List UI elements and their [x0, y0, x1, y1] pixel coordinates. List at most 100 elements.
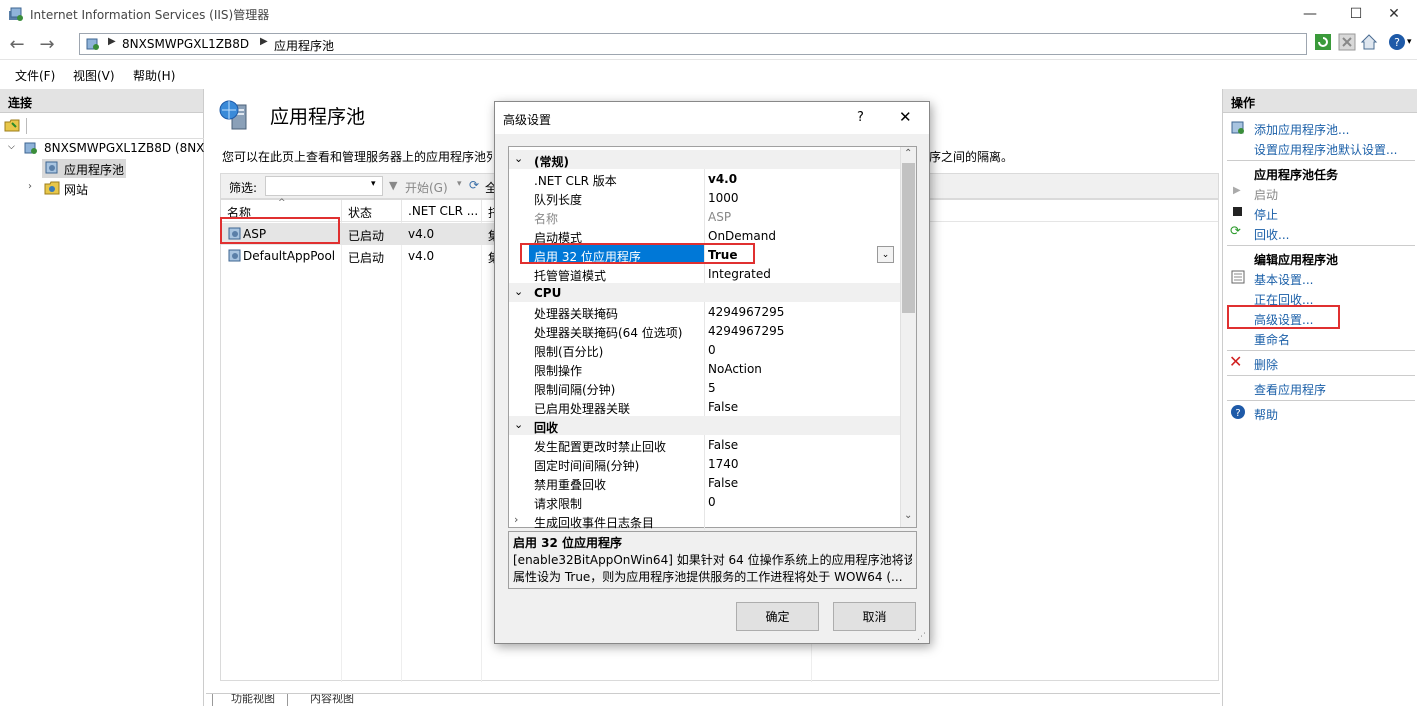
help-link[interactable]: 帮助 [1254, 406, 1278, 423]
grid-col-line [481, 222, 482, 682]
dialog-title: 高级设置 [503, 113, 552, 127]
property-row[interactable]: 限制操作 NoAction [509, 359, 901, 378]
filter-start-button[interactable]: 开始(G) [405, 179, 448, 196]
refresh-icon[interactable] [1314, 33, 1332, 51]
connections-header: 连接 [0, 89, 203, 113]
property-row[interactable]: 队列长度 1000 [509, 188, 901, 207]
property-row[interactable]: 请求限制 0 [509, 492, 901, 511]
ok-button[interactable]: 确定 [736, 602, 819, 631]
new-connection-icon[interactable] [4, 117, 20, 133]
help-icon: ? [1231, 405, 1245, 419]
scroll-down-icon[interactable]: ⌄ [904, 510, 912, 521]
cancel-button[interactable]: 取消 [833, 602, 916, 631]
property-row[interactable]: 限制间隔(分钟) 5 [509, 378, 901, 397]
start-dropdown-icon[interactable]: ▾ [457, 179, 462, 189]
close-window-button[interactable]: ✕ [1371, 0, 1417, 28]
column-clr[interactable]: .NET CLR ... [402, 200, 482, 222]
home-icon[interactable] [1360, 33, 1378, 51]
category-collapse-icon[interactable]: ⌄ [514, 418, 523, 431]
property-name: 请求限制 [534, 497, 583, 511]
tree-collapse-icon[interactable]: ⌵ [8, 142, 15, 152]
scroll-up-icon[interactable]: ⌃ [904, 148, 912, 159]
property-value: ASP [708, 210, 732, 224]
row-status: 已启动 [348, 229, 385, 243]
delete-link[interactable]: 删除 [1254, 356, 1278, 373]
description-line: [enable32BitAppOnWin64] 如果针对 64 位操作系统上的应… [513, 553, 912, 567]
property-category[interactable]: ⌄ (常规) [509, 150, 901, 169]
property-value: Integrated [708, 267, 771, 281]
property-name: 禁用重叠回收 [534, 478, 607, 492]
connections-panel: 连接 ⌵ 8NXSMWPGXL1ZB8D (8NX 应用程序池 › 网站 [0, 89, 204, 706]
property-name: 队列长度 [534, 193, 583, 207]
breadcrumb-separator-icon: ▶ [108, 36, 116, 47]
dialog-close-button[interactable]: ✕ [899, 108, 912, 126]
category-label: (常规) [534, 155, 569, 169]
property-row[interactable]: 限制(百分比) 0 [509, 340, 901, 359]
property-row[interactable]: 已启用处理器关联 False [509, 397, 901, 416]
property-row[interactable]: 禁用重叠回收 False [509, 473, 901, 492]
address-input[interactable]: ▶ 8NXSMWPGXL1ZB8D ▶ 应用程序池 [79, 33, 1307, 55]
property-row[interactable]: .NET CLR 版本 v4.0 [509, 169, 901, 188]
category-collapse-icon[interactable]: ⌄ [514, 285, 523, 298]
table-row[interactable]: DefaultAppPool 已启动 v4.0 集 [221, 245, 521, 267]
dialog-help-button[interactable]: ? [857, 110, 864, 125]
pool-tasks-header: 应用程序池任务 [1254, 168, 1339, 182]
help-icon[interactable]: ? [1388, 33, 1406, 51]
connections-toolbar [0, 113, 204, 139]
menu-view[interactable]: 视图(V) [73, 67, 115, 84]
help-dropdown-icon[interactable]: ▾ [1407, 37, 1412, 47]
property-name: 限制操作 [534, 364, 583, 378]
category-collapse-icon[interactable]: ⌄ [514, 152, 523, 165]
tab-features-view[interactable]: 功能视图 [212, 694, 288, 706]
tree-server[interactable]: 8NXSMWPGXL1ZB8D (8NX [44, 141, 204, 155]
property-name: 已启用处理器关联 [534, 402, 631, 416]
property-row[interactable]: 名称 ASP [509, 207, 901, 226]
expand-icon[interactable]: › [514, 513, 518, 526]
minimize-button[interactable]: — [1287, 0, 1333, 28]
recycle-link[interactable]: 回收... [1254, 226, 1289, 243]
property-value: v4.0 [708, 172, 738, 186]
tree-app-pools[interactable]: 应用程序池 [64, 161, 124, 178]
property-category[interactable]: ⌄ CPU [509, 283, 901, 302]
set-pool-defaults-link[interactable]: 设置应用程序池默认设置... [1254, 141, 1397, 158]
tree-expand-icon[interactable]: › [28, 181, 32, 192]
tree-sites[interactable]: 网站 [64, 181, 88, 198]
column-status[interactable]: 状态 [342, 200, 402, 222]
view-applications-link[interactable]: 查看应用程序 [1254, 381, 1326, 398]
add-app-pool-link[interactable]: 添加应用程序池... [1254, 121, 1349, 138]
property-name: 发生配置更改时禁止回收 [534, 440, 667, 454]
filter-input[interactable] [265, 176, 383, 196]
property-name: 托管管道模式 [534, 269, 607, 283]
property-category[interactable]: ⌄ 回收 [509, 416, 901, 435]
property-row[interactable]: 处理器关联掩码(64 位选项) 4294967295 [509, 321, 901, 340]
property-value: 0 [708, 495, 716, 509]
tab-content-view[interactable]: 内容视图 [292, 694, 368, 706]
breadcrumb-server[interactable]: 8NXSMWPGXL1ZB8D [122, 37, 249, 51]
start-link[interactable]: 启动 [1254, 186, 1278, 203]
stop-link[interactable]: 停止 [1254, 206, 1278, 223]
page-title: 应用程序池 [270, 106, 366, 128]
rename-link[interactable]: 重命名 [1254, 331, 1290, 348]
value-dropdown-icon[interactable]: ⌄ [877, 246, 894, 263]
back-arrow-icon[interactable]: ← [4, 32, 30, 56]
property-row[interactable]: 托管管道模式 Integrated [509, 264, 901, 283]
app-pool-icon [45, 161, 58, 174]
menu-file[interactable]: 文件(F) [15, 67, 55, 84]
property-row[interactable]: 固定时间间隔(分钟) 1740 [509, 454, 901, 473]
toolbar-divider [26, 118, 27, 134]
scrollbar-thumb[interactable] [902, 163, 915, 313]
menu-help[interactable]: 帮助(H) [133, 67, 175, 84]
view-tabs: 功能视图 内容视图 [206, 693, 1220, 706]
actions-header: 操作 [1223, 89, 1417, 113]
forward-arrow-icon[interactable]: → [34, 32, 60, 56]
stop-icon[interactable] [1338, 33, 1356, 51]
filter-dropdown-icon[interactable]: ▾ [371, 179, 376, 189]
edit-pool-header: 编辑应用程序池 [1254, 253, 1339, 267]
property-row[interactable]: 发生配置更改时禁止回收 False [509, 435, 901, 454]
basic-settings-link[interactable]: 基本设置... [1254, 271, 1313, 288]
breadcrumb-page[interactable]: 应用程序池 [274, 37, 334, 54]
property-row[interactable]: 处理器关联掩码 4294967295 [509, 302, 901, 321]
actions-divider [1227, 400, 1415, 401]
resize-grip-icon[interactable]: ⋰ [917, 632, 926, 642]
property-row[interactable]: › 生成回收事件日志条目 [509, 511, 901, 530]
